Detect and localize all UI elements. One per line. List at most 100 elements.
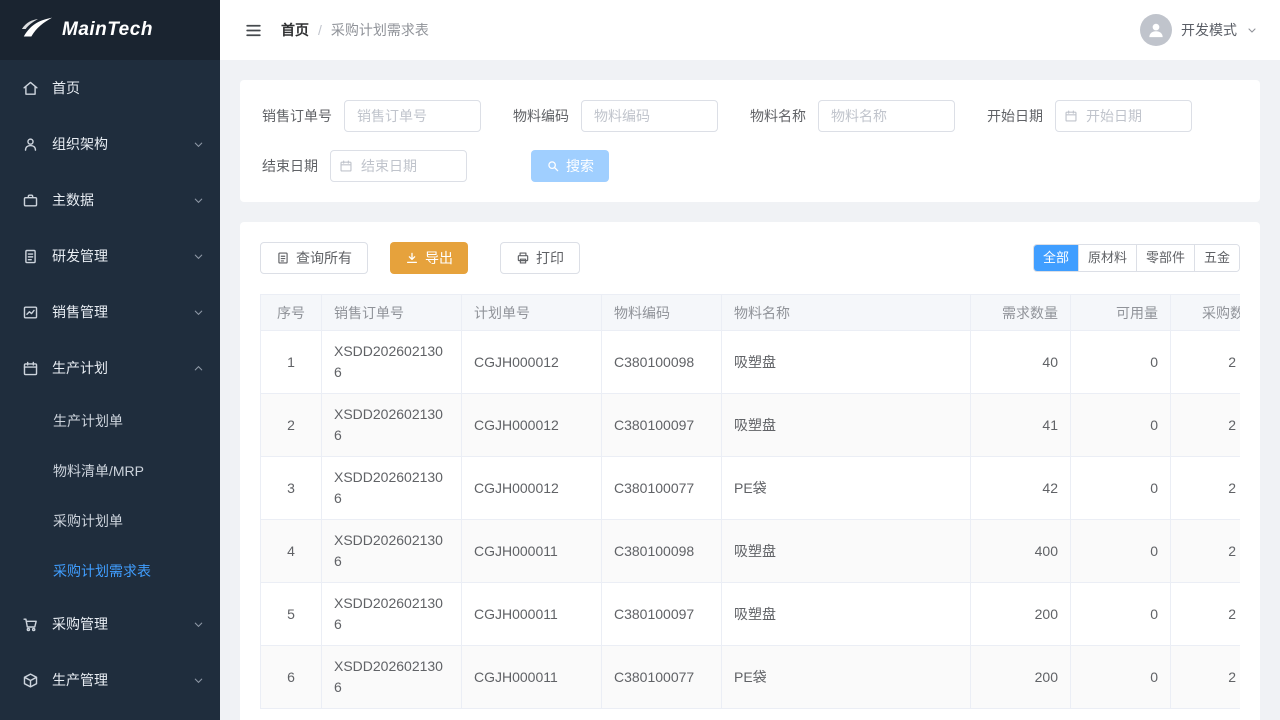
sidebar-item-master-data[interactable]: 主数据 bbox=[0, 172, 220, 228]
material-name-input[interactable] bbox=[818, 100, 955, 132]
sidebar-item-rnd[interactable]: 研发管理 bbox=[0, 228, 220, 284]
sidebar-item-label: 首页 bbox=[52, 78, 204, 98]
breadcrumb: 首页 / 采购计划需求表 bbox=[281, 20, 429, 40]
sales-order-input[interactable] bbox=[344, 100, 481, 132]
logo-swoosh-icon bbox=[20, 16, 54, 45]
material-code-label: 物料编码 bbox=[513, 106, 569, 126]
search-button[interactable]: 搜索 bbox=[531, 150, 609, 182]
table-panel: 查询所有 导出 打印 bbox=[240, 222, 1260, 720]
sidebar-subitem-bom-mrp[interactable]: 物料清单/MRP bbox=[0, 446, 220, 496]
tab-raw-materials[interactable]: 原材料 bbox=[1078, 245, 1136, 271]
user-icon bbox=[21, 135, 39, 153]
sidebar-item-purchasing[interactable]: 采购管理 bbox=[0, 596, 220, 652]
cell-plan-no: CGJH000012 bbox=[462, 394, 602, 457]
page-content: 销售订单号 物料编码 物料名称 开始日期 bbox=[220, 60, 1280, 720]
sidebar-item-label: 生产计划 bbox=[52, 358, 180, 378]
hamburger-menu-icon[interactable] bbox=[244, 21, 263, 40]
material-code-input[interactable] bbox=[581, 100, 718, 132]
submenu-item-label: 采购计划单 bbox=[53, 511, 123, 531]
sidebar-subitem-production-plan-order[interactable]: 生产计划单 bbox=[0, 396, 220, 446]
cell-material-name: PE袋 bbox=[722, 457, 971, 520]
table-row: 4 XSDD2026021306 CGJH000011 C380100098 吸… bbox=[261, 520, 1241, 583]
briefcase-icon bbox=[21, 191, 39, 209]
breadcrumb-home[interactable]: 首页 bbox=[281, 20, 309, 40]
calendar-icon bbox=[21, 359, 39, 377]
cell-demand-qty: 200 bbox=[971, 583, 1071, 646]
field-end-date: 结束日期 bbox=[262, 150, 467, 182]
sidebar-item-label: 主数据 bbox=[52, 190, 180, 210]
cell-material-code: C380100097 bbox=[602, 583, 722, 646]
sidebar-item-label: 研发管理 bbox=[52, 246, 180, 266]
table-row: 2 XSDD2026021306 CGJH000012 C380100097 吸… bbox=[261, 394, 1241, 457]
chevron-down-icon bbox=[193, 307, 204, 318]
cart-icon bbox=[21, 615, 39, 633]
cell-material-code: C380100077 bbox=[602, 646, 722, 709]
sidebar-subitem-purchase-plan-order[interactable]: 采购计划单 bbox=[0, 496, 220, 546]
main-area: 首页 / 采购计划需求表 开发模式 销售订单号 bbox=[220, 0, 1280, 720]
query-all-button[interactable]: 查询所有 bbox=[260, 242, 368, 274]
tab-hardware[interactable]: 五金 bbox=[1194, 245, 1239, 271]
start-date-input[interactable] bbox=[1055, 100, 1192, 132]
col-header-sales-order: 销售订单号 bbox=[322, 295, 462, 331]
sidebar-item-production-plan[interactable]: 生产计划 bbox=[0, 340, 220, 396]
cell-demand-qty: 40 bbox=[971, 331, 1071, 394]
cell-plan-no: CGJH000012 bbox=[462, 331, 602, 394]
user-menu[interactable]: 开发模式 bbox=[1140, 14, 1258, 46]
cell-available-qty: 0 bbox=[1071, 331, 1171, 394]
sidebar-item-sales[interactable]: 销售管理 bbox=[0, 284, 220, 340]
cell-available-qty: 0 bbox=[1071, 520, 1171, 583]
data-table: 序号 销售订单号 计划单号 物料编码 物料名称 需求数量 可用量 采购数量 bbox=[260, 294, 1240, 709]
cell-material-name: 吸塑盘 bbox=[722, 331, 971, 394]
material-name-label: 物料名称 bbox=[750, 106, 806, 126]
sidebar-item-organization[interactable]: 组织架构 bbox=[0, 116, 220, 172]
sidebar-item-production-mgmt[interactable]: 生产管理 bbox=[0, 652, 220, 708]
cell-purchase-qty: 2 bbox=[1171, 583, 1241, 646]
sidebar-item-label: 销售管理 bbox=[52, 302, 180, 322]
breadcrumb-separator: / bbox=[318, 22, 322, 38]
table-row: 3 XSDD2026021306 CGJH000012 C380100077 P… bbox=[261, 457, 1241, 520]
cell-index: 3 bbox=[261, 457, 322, 520]
cell-plan-no: CGJH000012 bbox=[462, 457, 602, 520]
sidebar-item-home[interactable]: 首页 bbox=[0, 60, 220, 116]
cell-demand-qty: 42 bbox=[971, 457, 1071, 520]
field-sales-order: 销售订单号 bbox=[262, 100, 481, 132]
start-date-label: 开始日期 bbox=[987, 106, 1043, 126]
search-button-label: 搜索 bbox=[566, 156, 594, 176]
cell-plan-no: CGJH000011 bbox=[462, 646, 602, 709]
chevron-up-icon bbox=[193, 363, 204, 374]
col-header-material-name: 物料名称 bbox=[722, 295, 971, 331]
col-header-available-qty: 可用量 bbox=[1071, 295, 1171, 331]
logo-text: MainTech bbox=[62, 19, 153, 41]
tab-all[interactable]: 全部 bbox=[1034, 245, 1078, 271]
query-all-label: 查询所有 bbox=[296, 248, 352, 268]
cell-material-code: C380100077 bbox=[602, 457, 722, 520]
download-icon bbox=[405, 251, 419, 265]
logo: MainTech bbox=[0, 0, 220, 60]
printer-icon bbox=[516, 251, 530, 265]
field-material-name: 物料名称 bbox=[750, 100, 955, 132]
chevron-down-icon bbox=[193, 139, 204, 150]
sidebar-item-label: 采购管理 bbox=[52, 614, 180, 634]
end-date-input[interactable] bbox=[330, 150, 467, 182]
user-mode-label: 开发模式 bbox=[1181, 20, 1237, 40]
cell-index: 5 bbox=[261, 583, 322, 646]
sidebar-item-label: 组织架构 bbox=[52, 134, 180, 154]
chevron-down-icon bbox=[193, 195, 204, 206]
chevron-down-icon bbox=[1246, 24, 1258, 36]
cell-material-code: C380100098 bbox=[602, 331, 722, 394]
col-header-purchase-qty: 采购数量 bbox=[1171, 295, 1241, 331]
export-button[interactable]: 导出 bbox=[390, 242, 468, 274]
tab-parts[interactable]: 零部件 bbox=[1136, 245, 1194, 271]
sidebar-subitem-purchase-plan-demand[interactable]: 采购计划需求表 bbox=[0, 546, 220, 596]
home-icon bbox=[21, 79, 39, 97]
cell-index: 6 bbox=[261, 646, 322, 709]
col-header-index: 序号 bbox=[261, 295, 322, 331]
print-button[interactable]: 打印 bbox=[500, 242, 580, 274]
cell-purchase-qty: 2 bbox=[1171, 646, 1241, 709]
breadcrumb-current: 采购计划需求表 bbox=[331, 20, 429, 40]
cell-sales-order: XSDD2026021306 bbox=[322, 331, 462, 394]
avatar bbox=[1140, 14, 1172, 46]
cell-plan-no: CGJH000011 bbox=[462, 583, 602, 646]
cell-sales-order: XSDD2026021306 bbox=[322, 457, 462, 520]
document-icon bbox=[21, 247, 39, 265]
